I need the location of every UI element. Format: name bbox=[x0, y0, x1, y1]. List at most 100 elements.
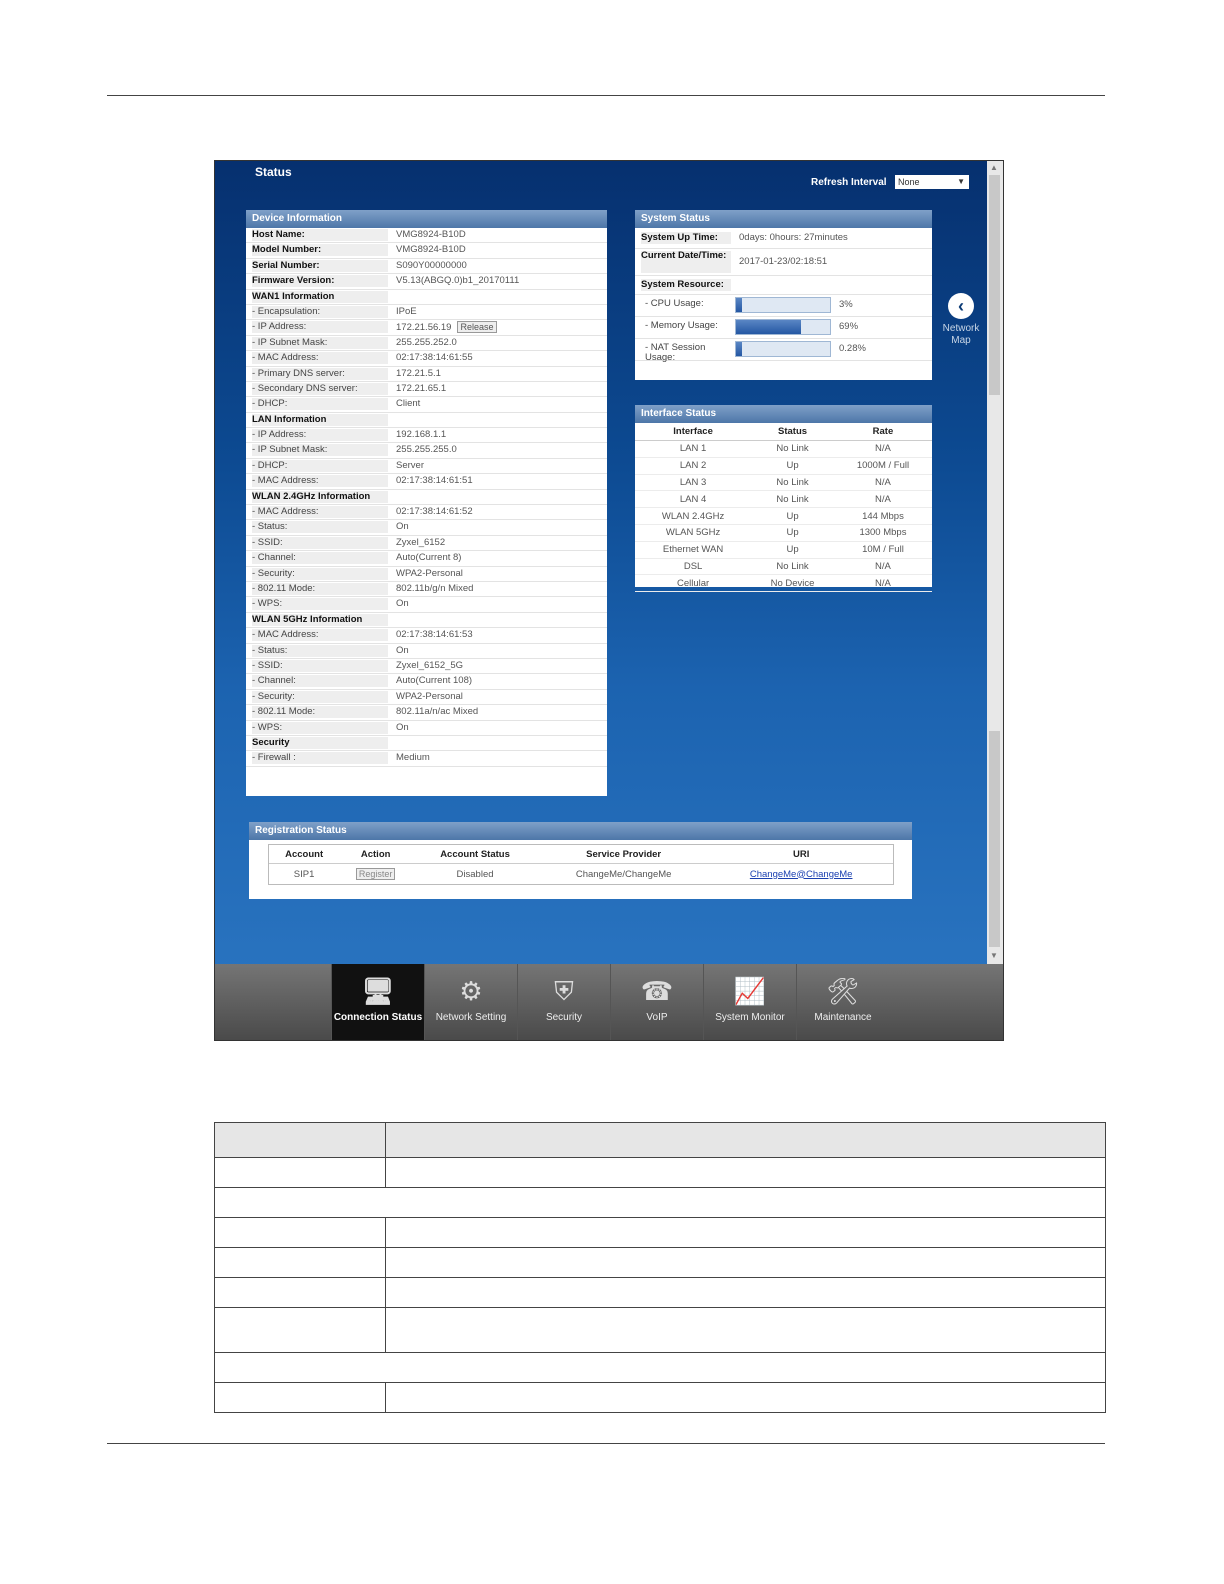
table-cell bbox=[214, 1187, 1106, 1218]
section-header-row: WLAN 5GHz Information bbox=[246, 613, 607, 629]
usage-progress-bar bbox=[735, 341, 831, 357]
table-row bbox=[214, 1122, 1106, 1158]
chart-monitor-icon: 📈 bbox=[733, 976, 767, 1006]
info-value-text: 192.168.1.1 bbox=[396, 429, 447, 441]
info-row: - MAC Address: 02:17:38:14:61:55 bbox=[246, 351, 607, 367]
info-label: WLAN 5GHz Information bbox=[252, 613, 388, 626]
info-label: - WPS: bbox=[252, 721, 388, 734]
info-value-text: VMG8924-B10D bbox=[396, 244, 466, 256]
table-cell: N/A bbox=[833, 474, 932, 492]
uri-cell: ChangeMe@ChangeMe bbox=[709, 864, 893, 885]
table-row: Cellular No Device N/A bbox=[635, 574, 932, 593]
uptime-label: System Up Time: bbox=[641, 232, 731, 244]
info-row: - Encapsulation: IPoE bbox=[246, 305, 607, 321]
table-cell bbox=[214, 1277, 386, 1308]
table-cell: Up bbox=[751, 541, 834, 559]
toolbar-chart-monitor-tab[interactable]: 📈 System Monitor bbox=[703, 964, 796, 1040]
info-value: Server bbox=[396, 460, 424, 471]
info-row: - IP Subnet Mask: 255.255.255.0 bbox=[246, 443, 607, 459]
toolbar-tools-tab[interactable]: 🛠 Maintenance bbox=[796, 964, 889, 1040]
info-value: On bbox=[396, 722, 409, 733]
info-row: - Primary DNS server: 172.21.5.1 bbox=[246, 367, 607, 382]
column-header: URI bbox=[709, 845, 893, 864]
table-cell: No Link bbox=[751, 474, 834, 492]
table-cell: No Link bbox=[751, 558, 834, 576]
panel-title: Interface Status bbox=[635, 405, 932, 423]
info-label: - SSID: bbox=[252, 536, 388, 549]
scroll-up-icon[interactable]: ▲ bbox=[990, 163, 998, 172]
info-value-text: Medium bbox=[396, 752, 430, 764]
table-cell bbox=[214, 1122, 386, 1158]
table-cell: 1300 Mbps bbox=[833, 524, 932, 542]
release-button[interactable]: Release bbox=[457, 321, 497, 334]
toolbar-shield-tab[interactable]: ⛨ Security bbox=[517, 964, 610, 1040]
info-value: 172.21.5.1 bbox=[396, 368, 441, 379]
table-cell bbox=[385, 1382, 1106, 1413]
phone-icon: ☎ bbox=[640, 976, 674, 1006]
info-value: 02:17:38:14:61:51 bbox=[396, 475, 473, 486]
info-row: - Security: WPA2-Personal bbox=[246, 690, 607, 706]
info-row: - IP Address: 172.21.56.19 Release bbox=[246, 320, 607, 336]
info-value-text: 172.21.5.1 bbox=[396, 367, 441, 379]
info-label: - MAC Address: bbox=[252, 352, 388, 365]
info-value: 255.255.252.0 bbox=[396, 337, 457, 348]
info-value-text: 172.21.65.1 bbox=[396, 382, 447, 394]
table-cell bbox=[214, 1157, 386, 1188]
info-value-text: Server bbox=[396, 459, 424, 471]
datetime-label: Current Date/Time: bbox=[641, 251, 731, 273]
table-row: LAN 1 No Link N/A bbox=[635, 440, 932, 458]
register-button[interactable]: Register bbox=[355, 868, 396, 880]
info-value: Auto(Current 108) bbox=[396, 675, 472, 686]
info-row: - IP Subnet Mask: 255.255.252.0 bbox=[246, 336, 607, 352]
toolbar-phone-tab[interactable]: ☎ VoIP bbox=[610, 964, 703, 1040]
info-label: Model Number: bbox=[252, 244, 388, 257]
info-row: - Channel: Auto(Current 108) bbox=[246, 674, 607, 690]
scroll-down-icon[interactable]: ▼ bbox=[990, 951, 998, 960]
info-label: WAN1 Information bbox=[252, 290, 388, 303]
header-rule bbox=[107, 95, 1105, 96]
info-value-text: WPA2-Personal bbox=[396, 567, 463, 579]
info-value: 255.255.255.0 bbox=[396, 444, 457, 455]
action-cell: Register bbox=[339, 864, 412, 885]
info-value: VMG8924-B10D bbox=[396, 229, 466, 240]
info-value-text: On bbox=[396, 521, 409, 533]
info-label: - SSID: bbox=[252, 659, 388, 672]
gear-icon: ⚙ bbox=[459, 976, 483, 1006]
scrollbar-thumb[interactable] bbox=[989, 175, 1000, 395]
table-row: LAN 2 Up 1000M / Full bbox=[635, 457, 932, 475]
table-row bbox=[214, 1217, 1106, 1248]
table-cell: LAN 4 bbox=[635, 490, 752, 509]
toolbar-gear-tab[interactable]: ⚙ Network Setting bbox=[424, 964, 517, 1040]
info-label: Firmware Version: bbox=[252, 275, 388, 288]
info-label: - Channel: bbox=[252, 552, 388, 565]
network-map-button[interactable]: ‹ Network Map bbox=[939, 293, 983, 347]
scrollbar-thumb-lower[interactable] bbox=[989, 731, 1000, 947]
table-cell bbox=[214, 1352, 1106, 1383]
info-label: - IP Subnet Mask: bbox=[252, 336, 388, 349]
info-value: On bbox=[396, 645, 409, 656]
table-cell: DSL bbox=[635, 558, 752, 576]
uri-link[interactable]: ChangeMe@ChangeMe bbox=[750, 869, 853, 880]
info-label: - 802.11 Mode: bbox=[252, 582, 388, 595]
table-cell: 1000M / Full bbox=[833, 457, 932, 475]
info-value: On bbox=[396, 598, 409, 609]
info-row: - IP Address: 192.168.1.1 bbox=[246, 428, 607, 444]
refresh-interval-select[interactable]: None ▼ bbox=[895, 175, 969, 189]
info-value-text: V5.13(ABGQ.0)b1_20170111 bbox=[396, 275, 520, 287]
toolbar-label: Maintenance bbox=[814, 1012, 872, 1023]
registration-table-wrap: Account Action Account Status Service Provi… bbox=[268, 844, 894, 885]
toolbar-monitor-globe-tab[interactable]: 🖥 Connection Status bbox=[331, 964, 424, 1040]
table-row: WLAN 2.4GHz Up 144 Mbps bbox=[635, 507, 932, 525]
monitor-globe-icon: 🖥 bbox=[361, 976, 395, 1006]
toolbar-label: Connection Status bbox=[333, 1012, 423, 1023]
vertical-scrollbar[interactable]: ▲ ▼ bbox=[987, 161, 1003, 964]
usage-progress-fill bbox=[736, 342, 742, 356]
table-cell bbox=[214, 1247, 386, 1278]
usage-progress-fill bbox=[736, 320, 801, 334]
account-status-cell: Disabled bbox=[456, 868, 494, 880]
section-header-row: WLAN 2.4GHz Information bbox=[246, 490, 607, 506]
info-label: - Primary DNS server: bbox=[252, 367, 388, 380]
info-value-text: S090Y00000000 bbox=[396, 259, 467, 271]
info-row: - WPS: On bbox=[246, 597, 607, 613]
panel-title: Device Information bbox=[246, 210, 607, 228]
